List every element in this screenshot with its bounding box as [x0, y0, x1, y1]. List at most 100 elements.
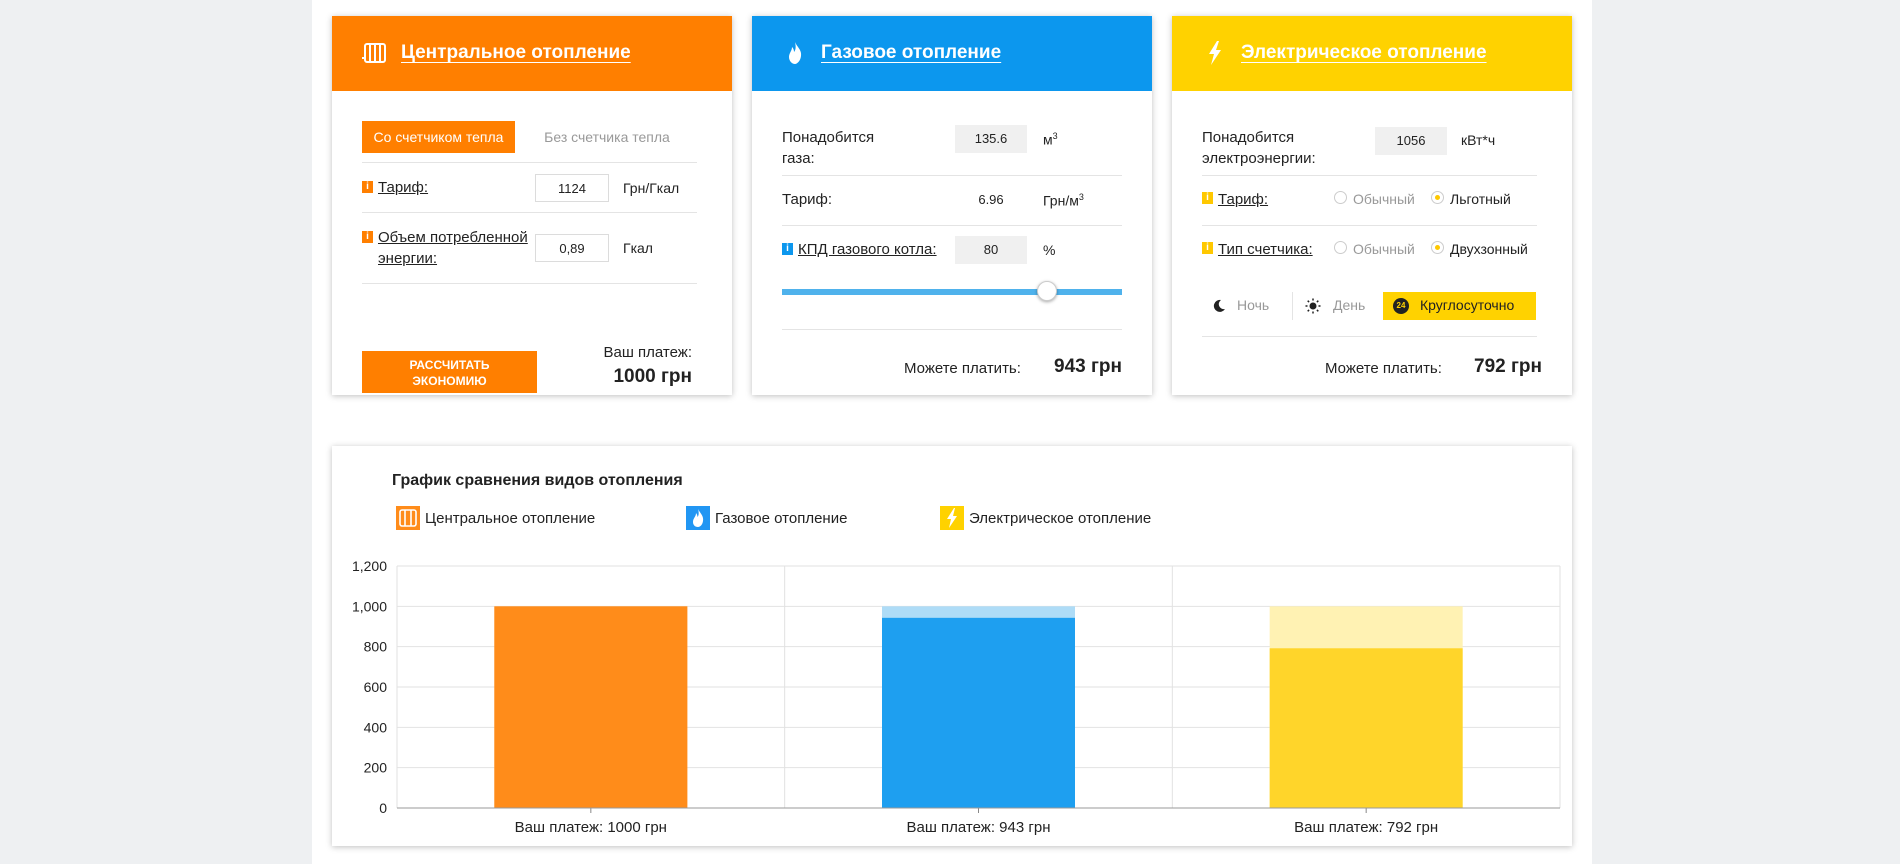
tariff-input[interactable]: 1124	[535, 174, 609, 202]
tariff-label[interactable]: Тариф:	[378, 179, 428, 196]
central-heating-card: Центральное отопление Со счетчиком тепла…	[332, 16, 732, 395]
gas-tariff-unit-text: Грн/м	[1043, 192, 1079, 209]
tariff-regular-label[interactable]: Обычный	[1353, 191, 1415, 207]
y-tick-label: 400	[364, 719, 388, 735]
kpd-slider-track[interactable]	[782, 289, 1122, 295]
x-tick-label: Ваш платеж: 1000 грн	[515, 819, 667, 836]
divider	[1202, 336, 1537, 337]
meter-regular-radio[interactable]	[1334, 241, 1347, 254]
electric-heating-title[interactable]: Электрическое отопление	[1241, 42, 1487, 64]
gas-heating-card: Газовое отопление Понадобится газа: 135.…	[752, 16, 1152, 395]
gas-tariff-unit: Грн/м3	[1043, 192, 1084, 209]
volume-label-line1[interactable]: Объем потребленной	[378, 229, 528, 246]
page-container: Центральное отопление Со счетчиком тепла…	[312, 0, 1592, 864]
electric-need-input[interactable]: 1056	[1375, 127, 1447, 155]
tab-with-meter[interactable]: Со счетчиком тепла	[362, 121, 515, 153]
kpd-unit: %	[1043, 242, 1056, 258]
info-icon[interactable]: i	[1202, 192, 1213, 204]
info-icon[interactable]: i	[362, 231, 373, 243]
electric-tariff-label[interactable]: Тариф:	[1218, 191, 1268, 208]
y-tick-label: 600	[364, 679, 388, 695]
comparison-chart-card: График сравнения видов отопления Централ…	[332, 446, 1572, 846]
info-icon[interactable]: i	[362, 181, 373, 193]
gas-heating-title[interactable]: Газовое отопление	[821, 42, 1001, 64]
electric-heating-card: Электрическое отопление Понадобится элек…	[1172, 16, 1572, 395]
tab-without-meter[interactable]: Без счетчика тепла	[532, 121, 682, 153]
x-tick-label: Ваш платеж: 792 грн	[1294, 819, 1438, 836]
zone-day-label: День	[1333, 297, 1366, 313]
calculate-button-line1: РАССЧИТАТЬ	[409, 358, 490, 372]
gas-need-label-line2: газа:	[782, 150, 815, 167]
meter-dual-zone-label[interactable]: Двухзонный	[1450, 241, 1528, 257]
calculate-button-line2: ЭКОНОМИЮ	[412, 374, 487, 388]
divider	[362, 212, 697, 213]
volume-unit: Гкал	[623, 240, 653, 256]
kpd-slider-handle[interactable]	[1037, 281, 1057, 301]
moon-icon	[1213, 299, 1225, 312]
y-tick-label: 1,200	[352, 558, 387, 574]
gas-need-unit-text: м	[1043, 131, 1053, 148]
meter-regular-label[interactable]: Обычный	[1353, 241, 1415, 257]
flame-icon	[789, 42, 802, 64]
tab-with-meter-label: Со счетчиком тепла	[373, 129, 504, 145]
payment-label: Ваш платеж:	[603, 344, 692, 361]
tariff-preferential-label[interactable]: Льготный	[1450, 191, 1511, 207]
divider	[782, 175, 1122, 176]
electric-need-label-line2: электроэнергии:	[1202, 150, 1316, 167]
zone-night-label: Ночь	[1237, 297, 1270, 313]
zone-day-button[interactable]: День	[1296, 292, 1376, 320]
payment-value: 1000 грн	[613, 366, 692, 387]
sun-icon	[1305, 298, 1321, 314]
gas-heating-header: Газовое отопление	[752, 16, 1152, 91]
divider	[362, 162, 697, 163]
tariff-preferential-radio[interactable]	[1431, 191, 1444, 204]
electric-can-pay-value: 792 грн	[1474, 356, 1542, 377]
gas-can-pay-label: Можете платить:	[904, 360, 1021, 377]
zone-24h-button[interactable]: 24 Круглосуточно	[1383, 292, 1536, 320]
gas-tariff-label: Тариф:	[782, 191, 833, 208]
info-icon[interactable]: i	[1202, 242, 1213, 254]
bar	[494, 606, 688, 808]
meter-dual-zone-radio[interactable]	[1431, 241, 1444, 254]
radiator-icon	[362, 43, 386, 63]
central-heating-header: Центральное отопление	[332, 16, 732, 91]
calculate-savings-button[interactable]: РАССЧИТАТЬ ЭКОНОМИЮ	[362, 351, 537, 393]
y-tick-label: 1,000	[352, 598, 387, 614]
zone-separator	[1292, 292, 1293, 320]
gas-need-label-line1: Понадобится	[782, 129, 875, 146]
gas-need-unit-sup: 3	[1052, 131, 1058, 141]
volume-input[interactable]: 0,89	[535, 234, 609, 262]
y-tick-label: 200	[364, 760, 388, 776]
meter-type-label[interactable]: Тип счетчика:	[1218, 241, 1313, 258]
x-tick-label: Ваш платеж: 943 грн	[907, 819, 1051, 836]
zone-night-button[interactable]: Ночь	[1202, 292, 1287, 320]
lightning-icon	[1209, 41, 1221, 65]
clock-24-icon: 24	[1393, 298, 1409, 314]
volume-label-line2[interactable]: энергии:	[378, 250, 437, 267]
comparison-bar-chart: 0 200 400 600 800 1,000 1,200 Ваш платеж: 1000 …	[352, 558, 1561, 836]
electric-heating-header: Электрическое отопление	[1172, 16, 1572, 91]
electric-need-label-line1: Понадобится	[1202, 129, 1295, 146]
divider	[782, 225, 1122, 226]
gas-can-pay-value: 943 грн	[1054, 356, 1122, 377]
bar	[882, 617, 1075, 808]
divider	[362, 283, 697, 284]
electric-need-unit: кВт*ч	[1461, 132, 1496, 148]
gas-need-input[interactable]: 135.6	[955, 125, 1027, 153]
tariff-unit: Грн/Гкал	[623, 180, 680, 196]
central-heating-title[interactable]: Центральное отопление	[401, 42, 631, 64]
divider	[1202, 225, 1537, 226]
tariff-regular-radio[interactable]	[1334, 191, 1347, 204]
gas-tariff-value: 6.96	[978, 192, 1004, 207]
y-tick-label: 800	[364, 639, 388, 655]
bar	[1269, 648, 1463, 808]
gas-need-unit: м3	[1043, 131, 1058, 148]
divider	[782, 329, 1122, 330]
divider	[1202, 175, 1537, 176]
tab-without-meter-label: Без счетчика тепла	[544, 129, 670, 145]
zone-24h-label: Круглосуточно	[1420, 297, 1515, 313]
kpd-label[interactable]: КПД газового котла:	[798, 241, 937, 258]
kpd-input[interactable]: 80	[955, 236, 1027, 264]
info-icon[interactable]: i	[782, 243, 793, 255]
y-tick-label: 0	[379, 800, 387, 816]
